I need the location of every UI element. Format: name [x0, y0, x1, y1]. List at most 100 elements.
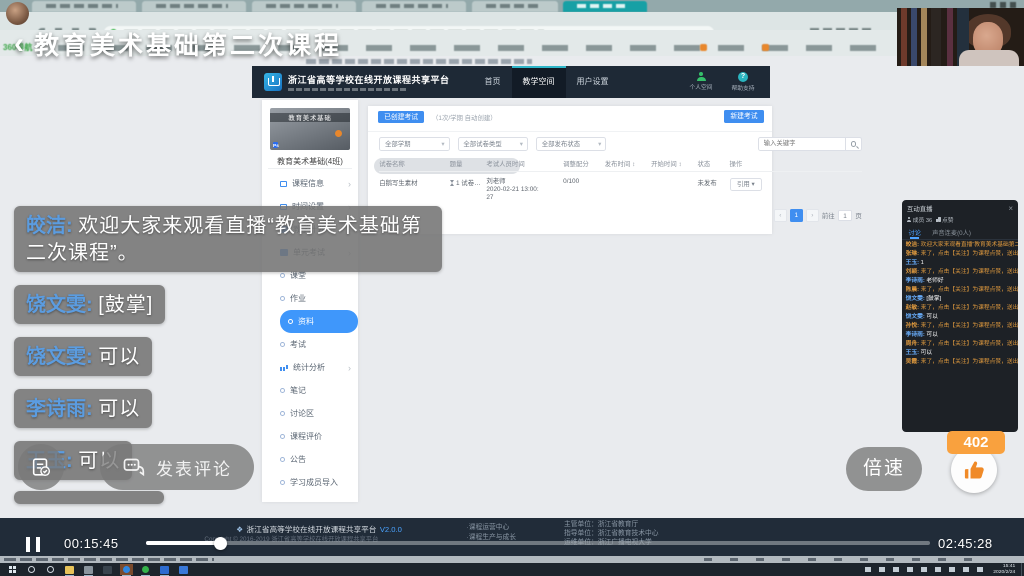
filter-dropdown-全部发布状态[interactable]: 全部发布状态▾: [536, 137, 606, 151]
page-1-button[interactable]: 1: [790, 209, 803, 222]
column-header-考试人员时间[interactable]: 考试人员时间: [486, 159, 563, 168]
browser-tab[interactable]: [472, 1, 558, 12]
taskview-button[interactable]: [44, 564, 57, 575]
browser-tab[interactable]: [32, 1, 136, 12]
video-title-bar: ‹ 教育美术基础第二次课程: [14, 26, 342, 62]
taskbar-app-camera[interactable]: [82, 564, 95, 575]
tray-icons[interactable]: [865, 567, 985, 572]
hourglass-icon: [450, 180, 455, 186]
taskbar-app-blue2[interactable]: [177, 564, 190, 575]
thumb-icon: [936, 217, 940, 221]
live-panel-title: 互动直播: [907, 204, 933, 213]
total-time: 02:45:28: [938, 536, 993, 551]
nav-items: 首页教学空间用户设置: [474, 66, 620, 98]
chat-overlay-message-partial: [14, 491, 164, 504]
notes-button[interactable]: [18, 444, 64, 490]
progress-bar-row: 00:15:45 02:45:28: [0, 530, 1024, 556]
cell-quantity: 1 试卷…: [450, 178, 487, 187]
comment-icon: [122, 455, 146, 479]
tab-created-exams[interactable]: 已创建考试: [378, 111, 424, 123]
site-brand-subtitle: [288, 88, 406, 91]
taskbar-app-dark[interactable]: [101, 564, 114, 575]
taskbar-app-green[interactable]: [139, 564, 152, 575]
nav-item-用户设置[interactable]: 用户设置: [566, 66, 620, 98]
column-header-状态[interactable]: 状态: [698, 159, 730, 168]
photoshop-icon: Ps: [273, 142, 278, 147]
browser-tab[interactable]: [142, 1, 246, 12]
back-icon[interactable]: ‹: [14, 29, 24, 59]
chat-text: [鼓掌]: [98, 294, 153, 316]
decorative-dot: [335, 130, 342, 137]
sidebar-item-课程信息[interactable]: 课程信息›: [262, 172, 358, 195]
windows-icon: [9, 566, 16, 573]
jump-suffix: 页: [855, 211, 861, 220]
nav-item-首页[interactable]: 首页: [474, 66, 512, 98]
nav-right-label: 个人空间: [690, 82, 713, 91]
search-button[interactable]: [846, 137, 862, 151]
column-header-操作[interactable]: 操作: [730, 159, 775, 168]
column-header-题量[interactable]: 题量: [450, 159, 487, 168]
column-header-开始时间[interactable]: 开始时间 ↕: [651, 159, 697, 168]
pause-button[interactable]: [26, 537, 44, 552]
live-message: 王玉: 1: [906, 260, 1018, 268]
browser-profile-avatar[interactable]: [6, 2, 29, 25]
browser-tab[interactable]: [362, 1, 466, 12]
filter-dropdown-全部试卷类型[interactable]: 全部试卷类型▾: [458, 137, 528, 151]
live-message-text: 可以: [926, 332, 938, 338]
speed-button[interactable]: 倍速: [846, 447, 922, 491]
note-icon: [30, 456, 52, 478]
nav-right-个人空间[interactable]: 个人空间: [684, 72, 718, 92]
table-header-row: 试卷名称题量考试人员时间调整配分发布时间 ↕开始时间 ↕状态操作: [379, 156, 862, 172]
live-message-text: [鼓掌]: [926, 296, 941, 302]
live-message: 李诗雨: 老师好: [906, 278, 1018, 286]
search-icon: [851, 141, 857, 147]
bookmark-icon: [762, 44, 769, 51]
start-button[interactable]: [6, 564, 19, 575]
taskbar-app-blue1[interactable]: [158, 564, 171, 575]
jump-page-input[interactable]: 1: [838, 210, 852, 221]
post-comment-button[interactable]: 发表评论: [100, 444, 254, 490]
progress-track[interactable]: [146, 541, 930, 545]
live-message-author: 饶文雯:: [906, 314, 927, 320]
live-tab-声音连麦(0人)[interactable]: 声音连麦(0人): [931, 226, 973, 239]
site-logo-icon[interactable]: [264, 73, 282, 91]
search-input[interactable]: [758, 137, 846, 151]
course-thumbnail[interactable]: 教育美术基础 Ps: [270, 108, 350, 150]
new-exam-button[interactable]: 新建考试: [724, 110, 763, 123]
sidebar-item-label: 课程信息: [292, 178, 324, 189]
person-icon: [697, 72, 706, 81]
help-icon: ?: [738, 72, 748, 82]
chevron-down-icon: ▾: [520, 138, 523, 152]
search-button[interactable]: [25, 564, 38, 575]
nav-right-帮助支持[interactable]: ?帮助支持: [726, 72, 760, 92]
chat-author: 皎洁:: [26, 215, 78, 237]
column-header-调整配分[interactable]: 调整配分: [563, 159, 605, 168]
recorded-taskbar: [0, 556, 1024, 563]
prev-page-button[interactable]: ‹: [774, 209, 787, 222]
browser-tab[interactable]: [252, 1, 356, 12]
live-tab-讨论[interactable]: 讨论: [907, 226, 923, 239]
taskbar-app-active-browser[interactable]: [120, 564, 133, 575]
nav-item-教学空间[interactable]: 教学空间: [512, 66, 566, 98]
progress-fill: [146, 541, 220, 545]
table-row[interactable]: 白鹅写生素材 1 试卷… 刘老师 2020-02-21 13:00: 27 0/…: [379, 172, 862, 207]
browser-tab-active[interactable]: [563, 1, 647, 12]
next-page-button[interactable]: ›: [806, 209, 819, 222]
column-header-试卷名称[interactable]: 试卷名称: [379, 159, 449, 168]
pagination: ‹ 1 › 前往 1 页: [774, 209, 862, 222]
close-icon[interactable]: ×: [1008, 204, 1013, 213]
os-taskbar: 15:41 2020/2/24: [0, 563, 1024, 576]
column-header-发布时间[interactable]: 发布时间 ↕: [605, 159, 651, 168]
progress-knob[interactable]: [214, 537, 227, 550]
chat-text: 欢迎大家来观看直播“教育美术基础第二次课程”。: [26, 215, 422, 264]
live-message-text: 来了，点击【关注】为课程点赞，送出爱心: [921, 287, 1018, 293]
taskbar-clock[interactable]: 15:41 2020/2/24: [993, 564, 1015, 575]
cite-dropdown-button[interactable]: 引用 ▾: [730, 178, 763, 191]
chevron-down-icon: ▾: [598, 138, 601, 152]
chat-overlay-message: 李诗雨: 可以: [14, 389, 152, 428]
course-thumbnail-title: 教育美术基础: [270, 113, 350, 123]
taskbar-app-explorer[interactable]: [63, 564, 76, 575]
live-panel-tabs: 讨论声音连麦(0人): [902, 226, 1018, 240]
current-time: 00:15:45: [64, 536, 119, 551]
filter-dropdown-全部学期[interactable]: 全部学期▾: [379, 137, 449, 151]
